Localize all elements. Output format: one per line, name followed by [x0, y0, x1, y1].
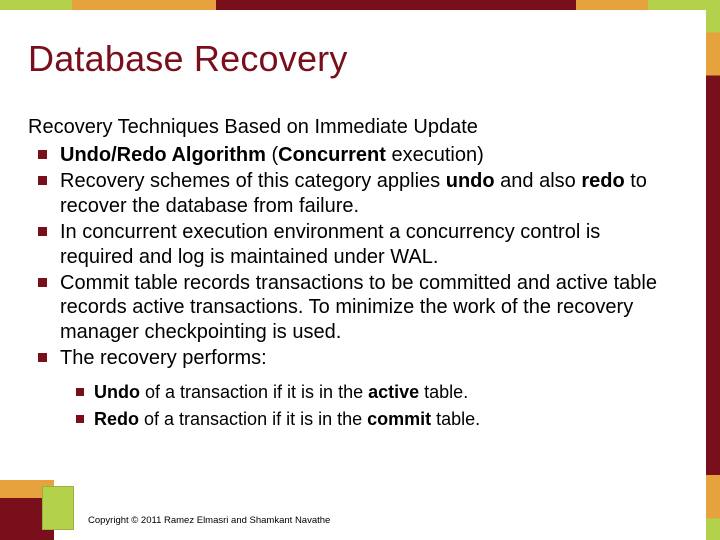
text: execution)	[386, 144, 484, 166]
slide-title: Database Recovery	[28, 38, 678, 80]
text-bold: undo	[446, 170, 495, 192]
copyright-footer: Copyright © 2011 Ramez Elmasri and Shamk…	[88, 515, 330, 526]
sub-bullet-item: Undo of a transaction if it is in the ac…	[28, 381, 678, 404]
text-bold: Undo/Redo Algorithm	[60, 144, 266, 166]
text: The recovery performs:	[60, 347, 267, 369]
main-bullet-list: Undo/Redo Algorithm (Concurrent executio…	[28, 143, 678, 371]
text-bold: Concurrent	[278, 144, 386, 166]
text: of a transaction if it is in the	[139, 409, 367, 429]
bullet-item: Commit table records transactions to be …	[28, 271, 678, 344]
text: of a transaction if it is in the	[140, 382, 368, 402]
text-bold: commit	[367, 409, 431, 429]
text-bold: Redo	[94, 409, 139, 429]
text-bold: Undo	[94, 382, 140, 402]
slide-content: Database Recovery Recovery Techniques Ba…	[0, 10, 706, 540]
decorative-right-stripe	[706, 0, 720, 540]
text: (	[266, 144, 278, 166]
decorative-top-stripe	[0, 0, 720, 10]
text: Recovery schemes of this category applie…	[60, 170, 446, 192]
bullet-item: Recovery schemes of this category applie…	[28, 169, 678, 218]
text: table.	[431, 409, 480, 429]
bullet-item: Undo/Redo Algorithm (Concurrent executio…	[28, 143, 678, 167]
text: and also	[495, 170, 582, 192]
text-bold: redo	[581, 170, 624, 192]
text-bold: active	[368, 382, 419, 402]
sub-bullet-item: Redo of a transaction if it is in the co…	[28, 408, 678, 431]
text: In concurrent execution environment a co…	[60, 221, 600, 267]
text: Commit table records transactions to be …	[60, 272, 657, 343]
sub-bullet-list: Undo of a transaction if it is in the ac…	[28, 381, 678, 432]
slide-subtitle: Recovery Techniques Based on Immediate U…	[28, 116, 678, 139]
bullet-item: In concurrent execution environment a co…	[28, 220, 678, 269]
text: table.	[419, 382, 468, 402]
bullet-item: The recovery performs:	[28, 346, 678, 370]
